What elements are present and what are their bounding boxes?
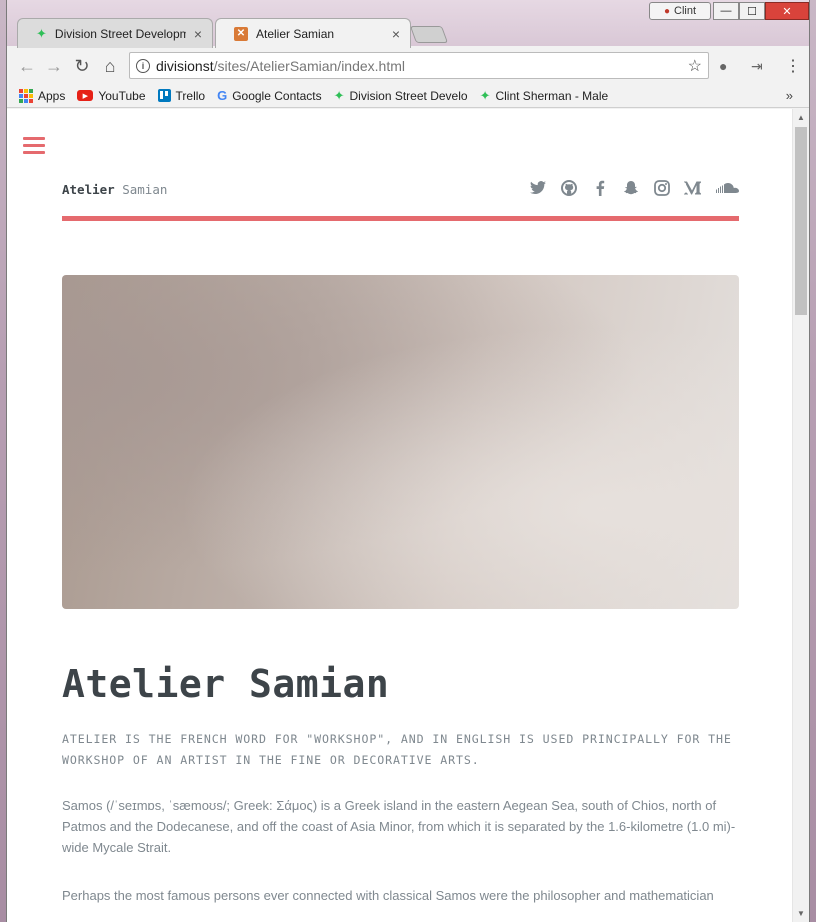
bookmark-label: Clint Sherman - Male	[495, 88, 609, 103]
bookmark-google-contacts[interactable]: G Google Contacts	[217, 88, 322, 103]
bookmark-label: Google Contacts	[232, 88, 322, 103]
scroll-down-icon[interactable]: ▼	[797, 909, 805, 918]
url-path: /sites/AtelierSamian/index.html	[213, 57, 406, 74]
vertical-scrollbar[interactable]: ▲ ▼	[792, 109, 809, 922]
new-tab-button[interactable]	[409, 26, 449, 43]
browser-window: ● Clint — ☐ ✕ ✦ Division Street Developm…	[6, 0, 810, 922]
page-title: Atelier Samian	[62, 662, 390, 706]
twitter-icon[interactable]	[529, 179, 546, 196]
trello-icon	[157, 89, 171, 102]
url-host: divisionst	[156, 57, 214, 74]
bookmark-label: Trello	[175, 88, 206, 103]
minimize-button[interactable]: —	[713, 2, 739, 20]
apps-grid-icon	[19, 88, 33, 103]
browser-toolbar: ← → ↻ ⌂ i divisionst/sites/AtelierSamian…	[7, 48, 809, 84]
back-button[interactable]: ←	[17, 56, 37, 77]
tab-division-street[interactable]: ✦ Division Street Developm ×	[17, 18, 213, 48]
bookmark-youtube[interactable]: ▶ YouTube	[77, 88, 146, 103]
logo-strong: Atelier	[62, 182, 115, 197]
extension-exit-icon[interactable]: ⇥	[751, 58, 763, 75]
second-paragraph: Perhaps the most famous persons ever con…	[62, 888, 714, 903]
bookmarks-bar: Apps ▶ YouTube Trello G Google Contacts …	[7, 84, 809, 108]
forward-button[interactable]: →	[44, 56, 64, 77]
intro-paragraph: Samos (/ˈseɪmɒs, ˈsæmoʊs/; Greek: Σάμος)…	[62, 798, 736, 855]
site-logo[interactable]: Atelier Samian	[62, 182, 167, 197]
reload-button[interactable]: ↻	[72, 56, 92, 77]
sparkle-icon: ✦	[36, 25, 47, 41]
profile-button[interactable]: ● Clint	[649, 2, 711, 20]
info-icon[interactable]: i	[136, 58, 150, 73]
close-window-button[interactable]: ✕	[765, 2, 809, 20]
tab-label: Division Street Developm	[54, 26, 186, 41]
bookmark-apps[interactable]: Apps	[19, 88, 66, 103]
tab-atelier-samian[interactable]: ✕ Atelier Samian ×	[215, 18, 411, 48]
bookmark-label: YouTube	[98, 88, 146, 103]
site-header: Atelier Samian	[62, 179, 739, 221]
tab-close-icon[interactable]: ×	[194, 26, 202, 42]
scroll-up-icon[interactable]: ▲	[797, 113, 805, 122]
snapchat-icon[interactable]	[622, 179, 639, 196]
home-button[interactable]: ⌂	[100, 56, 120, 77]
hero-image	[62, 275, 739, 609]
tab-close-icon[interactable]: ×	[392, 26, 400, 42]
google-icon: G	[217, 88, 228, 103]
instagram-icon[interactable]	[653, 179, 670, 196]
menu-icon[interactable]: ⋮	[785, 56, 801, 76]
scroll-thumb[interactable]	[795, 127, 807, 315]
facebook-icon[interactable]	[591, 179, 608, 196]
hamburger-menu-icon[interactable]	[23, 137, 45, 158]
logo-light: Samian	[114, 182, 168, 197]
title-bar: ● Clint — ☐ ✕ ✦ Division Street Developm…	[7, 0, 809, 48]
sparkle-icon: ✦	[479, 87, 491, 103]
bookmark-trello[interactable]: Trello	[157, 88, 206, 103]
profile-icon: ●	[663, 5, 671, 17]
bookmark-division-street[interactable]: ✦ Division Street Develo	[334, 88, 468, 104]
social-icons	[529, 179, 739, 196]
soundcloud-icon[interactable]	[715, 179, 739, 196]
xampp-icon: ✕	[234, 26, 248, 41]
bookmark-label: Apps	[38, 88, 66, 103]
page-subtitle: ATELIER IS THE FRENCH WORD FOR "WORKSHOP…	[62, 732, 732, 767]
github-icon[interactable]	[560, 179, 577, 196]
tab-label: Atelier Samian	[256, 26, 335, 41]
sparkle-icon: ✦	[333, 87, 345, 103]
extension-icon[interactable]: ●	[719, 58, 727, 74]
bookmark-label: Division Street Develo	[349, 88, 468, 103]
youtube-icon: ▶	[77, 90, 94, 101]
page-viewport: Atelier Samian Atelier Samian ATELIER IS…	[7, 109, 792, 922]
medium-icon[interactable]	[684, 179, 701, 196]
more-bookmarks-icon[interactable]: »	[786, 88, 793, 103]
bookmark-star-icon[interactable]: ☆	[688, 56, 702, 76]
profile-name: Clint	[674, 5, 697, 17]
maximize-button[interactable]: ☐	[739, 2, 765, 20]
bookmark-clint-sherman[interactable]: ✦ Clint Sherman - Male	[480, 88, 609, 104]
address-bar[interactable]: i divisionst/sites/AtelierSamian/index.h…	[129, 52, 709, 79]
